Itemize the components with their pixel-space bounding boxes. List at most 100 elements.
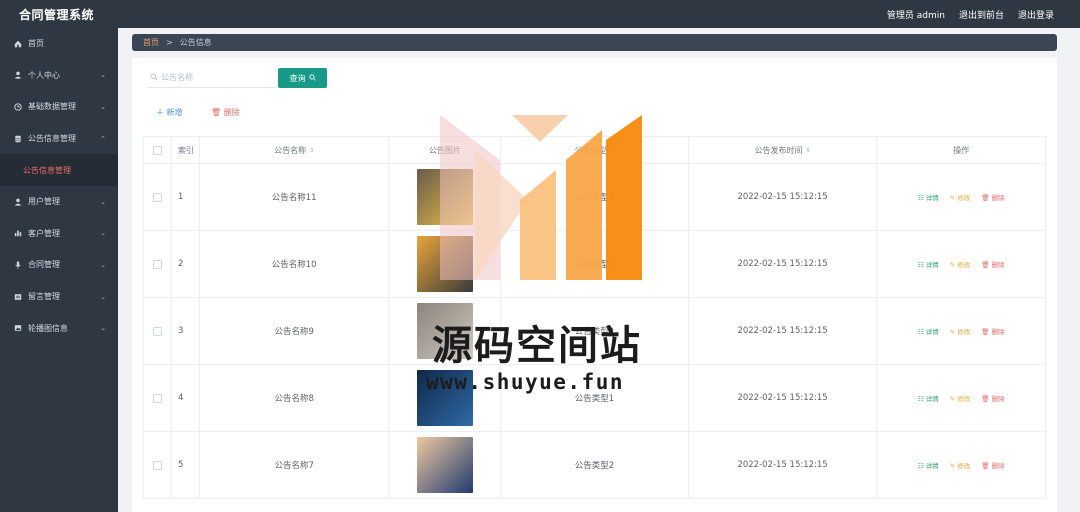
sidebar-item-carousel[interactable]: 轮播图信息 ⌄ <box>0 312 118 344</box>
detail-button[interactable]: ☷ 详情 <box>918 259 939 269</box>
plus-icon: ＋ <box>156 108 167 117</box>
notice-table: 索引 公告名称 ⇕ 公告图片 公告类型 ⇕ 公告发布时间 ⇕ 操作 1 公告名称11 … <box>143 136 1046 499</box>
edit-button[interactable]: ✎ 修改 <box>950 393 971 403</box>
detail-button[interactable]: ☷ 详情 <box>918 192 939 202</box>
row-ops: ☷ 详情 ✎ 修改 🗑 删除 <box>877 164 1045 230</box>
message-icon <box>13 293 23 301</box>
delete-label: 删除 <box>991 328 1005 336</box>
query-button[interactable]: 查询 <box>278 68 327 88</box>
row-checkbox[interactable] <box>152 192 162 202</box>
delete-button[interactable]: 🗑 删除 <box>981 393 1004 403</box>
scrollbar[interactable] <box>1074 28 1080 512</box>
sidebar-item-basic-data[interactable]: 基础数据管理 ⌄ <box>0 91 118 123</box>
batch-delete-button[interactable]: 🗑 删除 <box>211 107 240 118</box>
row-checkbox[interactable] <box>152 393 162 403</box>
top-right-links: 管理员 admin 退出到前台 退出登录 <box>887 8 1054 21</box>
sidebar: 首页 个人中心 ⌄ 基础数据管理 ⌄ 公告信息管理 ⌃ 公告信息管理 用户管理 … <box>0 28 118 512</box>
chevron-up-icon: ⌃ <box>100 134 106 143</box>
breadcrumb: 首页 > 公告信息 <box>132 34 1057 51</box>
bar-chart-icon <box>13 229 23 237</box>
chevron-down-icon: ⌄ <box>100 292 106 301</box>
row-picture-cell <box>389 164 502 230</box>
row-type: 公告类型2 <box>501 432 689 498</box>
table-body: 1 公告名称11 公告类型2 2022-02-15 15:12:15 ☷ 详情 … <box>144 164 1045 499</box>
notice-thumbnail[interactable] <box>416 370 473 426</box>
home-icon <box>13 40 23 48</box>
row-time: 2022-02-15 15:12:15 <box>689 298 878 364</box>
sidebar-item-messages[interactable]: 留言管理 ⌄ <box>0 281 118 313</box>
row-checkbox[interactable] <box>152 326 162 336</box>
user-icon <box>13 198 23 206</box>
trash-icon: 🗑 <box>981 328 992 336</box>
app-title: 合同管理系统 <box>19 8 95 22</box>
chevron-down-icon: ⌄ <box>100 197 106 206</box>
sidebar-item-label: 留言管理 <box>28 292 60 302</box>
header-type[interactable]: 公告类型 ⇕ <box>501 137 689 163</box>
sidebar-item-users[interactable]: 用户管理 ⌄ <box>0 186 118 218</box>
detail-icon: ☷ <box>917 328 926 336</box>
table-row: 4 公告名称8 公告类型1 2022-02-15 15:12:15 ☷ 详情 ✎… <box>144 365 1045 432</box>
row-ops: ☷ 详情 ✎ 修改 🗑 删除 <box>877 365 1045 431</box>
admin-user-label[interactable]: 管理员 admin <box>887 8 945 21</box>
search-icon <box>308 73 316 83</box>
sidebar-item-personal-center[interactable]: 个人中心 ⌄ <box>0 60 118 92</box>
header-name[interactable]: 公告名称 ⇕ <box>200 137 390 163</box>
trash-icon: 🗑 <box>981 462 992 470</box>
detail-icon: ☷ <box>917 261 926 269</box>
back-to-front-link[interactable]: 退出到前台 <box>959 8 1004 21</box>
select-all-cell <box>144 137 172 163</box>
detail-button[interactable]: ☷ 详情 <box>918 326 939 336</box>
delete-label: 删除 <box>991 194 1005 202</box>
notice-thumbnail[interactable] <box>416 236 473 292</box>
row-select-cell <box>144 231 172 297</box>
delete-button[interactable]: 🗑 删除 <box>981 460 1004 470</box>
breadcrumb-home-link[interactable]: 首页 <box>143 37 159 48</box>
notice-thumbnail[interactable] <box>416 169 473 225</box>
row-select-cell <box>144 164 172 230</box>
search-input[interactable]: 公告名称 <box>148 68 278 88</box>
edit-button[interactable]: ✎ 修改 <box>950 326 971 336</box>
detail-icon: ☷ <box>917 395 926 403</box>
sidebar-subitem-notice-info[interactable]: 公告信息管理 <box>0 154 118 186</box>
detail-label: 详情 <box>925 328 939 336</box>
select-all-checkbox[interactable] <box>152 145 162 155</box>
breadcrumb-separator: > <box>166 38 173 47</box>
detail-icon: ☷ <box>917 462 926 470</box>
edit-button[interactable]: ✎ 修改 <box>950 259 971 269</box>
header-time[interactable]: 公告发布时间 ⇕ <box>689 137 878 163</box>
sidebar-item-notice-management[interactable]: 公告信息管理 ⌃ <box>0 123 118 155</box>
search-placeholder: 公告名称 <box>161 73 193 82</box>
sidebar-item-contracts[interactable]: 合同管理 ⌄ <box>0 249 118 281</box>
row-checkbox[interactable] <box>152 259 162 269</box>
row-time: 2022-02-15 15:12:15 <box>689 164 878 230</box>
trash-icon: 🗑 <box>981 194 992 202</box>
table-row: 5 公告名称7 公告类型2 2022-02-15 15:12:15 ☷ 详情 ✎… <box>144 432 1045 499</box>
logout-link[interactable]: 退出登录 <box>1018 8 1054 21</box>
row-checkbox[interactable] <box>152 460 162 470</box>
edit-button[interactable]: ✎ 修改 <box>950 192 971 202</box>
header-type-label: 公告类型 <box>574 145 607 155</box>
add-button-label: 新增 <box>166 108 183 117</box>
notice-thumbnail[interactable] <box>416 303 473 359</box>
sidebar-item-home[interactable]: 首页 <box>0 28 118 60</box>
edit-button[interactable]: ✎ 修改 <box>950 460 971 470</box>
delete-button[interactable]: 🗑 删除 <box>981 192 1004 202</box>
row-select-cell <box>144 432 172 498</box>
detail-button[interactable]: ☷ 详情 <box>918 460 939 470</box>
top-bar: 合同管理系统 管理员 admin 退出到前台 退出登录 <box>0 0 1080 28</box>
sidebar-item-label: 公告信息管理 <box>28 134 76 144</box>
header-picture: 公告图片 <box>389 137 502 163</box>
row-index: 3 <box>172 298 200 364</box>
sort-icon: ⇕ <box>805 146 811 154</box>
delete-button[interactable]: 🗑 删除 <box>981 259 1004 269</box>
delete-button[interactable]: 🗑 删除 <box>981 326 1004 336</box>
add-button[interactable]: ＋ 新增 <box>156 107 183 118</box>
notice-thumbnail[interactable] <box>416 437 473 493</box>
detail-label: 详情 <box>925 194 939 202</box>
sidebar-item-customers[interactable]: 客户管理 ⌄ <box>0 218 118 250</box>
trash-icon: 🗑 <box>981 261 992 269</box>
detail-button[interactable]: ☷ 详情 <box>918 393 939 403</box>
table-header-row: 索引 公告名称 ⇕ 公告图片 公告类型 ⇕ 公告发布时间 ⇕ 操作 <box>144 137 1045 164</box>
row-name: 公告名称8 <box>200 365 390 431</box>
edit-label: 修改 <box>957 462 971 470</box>
